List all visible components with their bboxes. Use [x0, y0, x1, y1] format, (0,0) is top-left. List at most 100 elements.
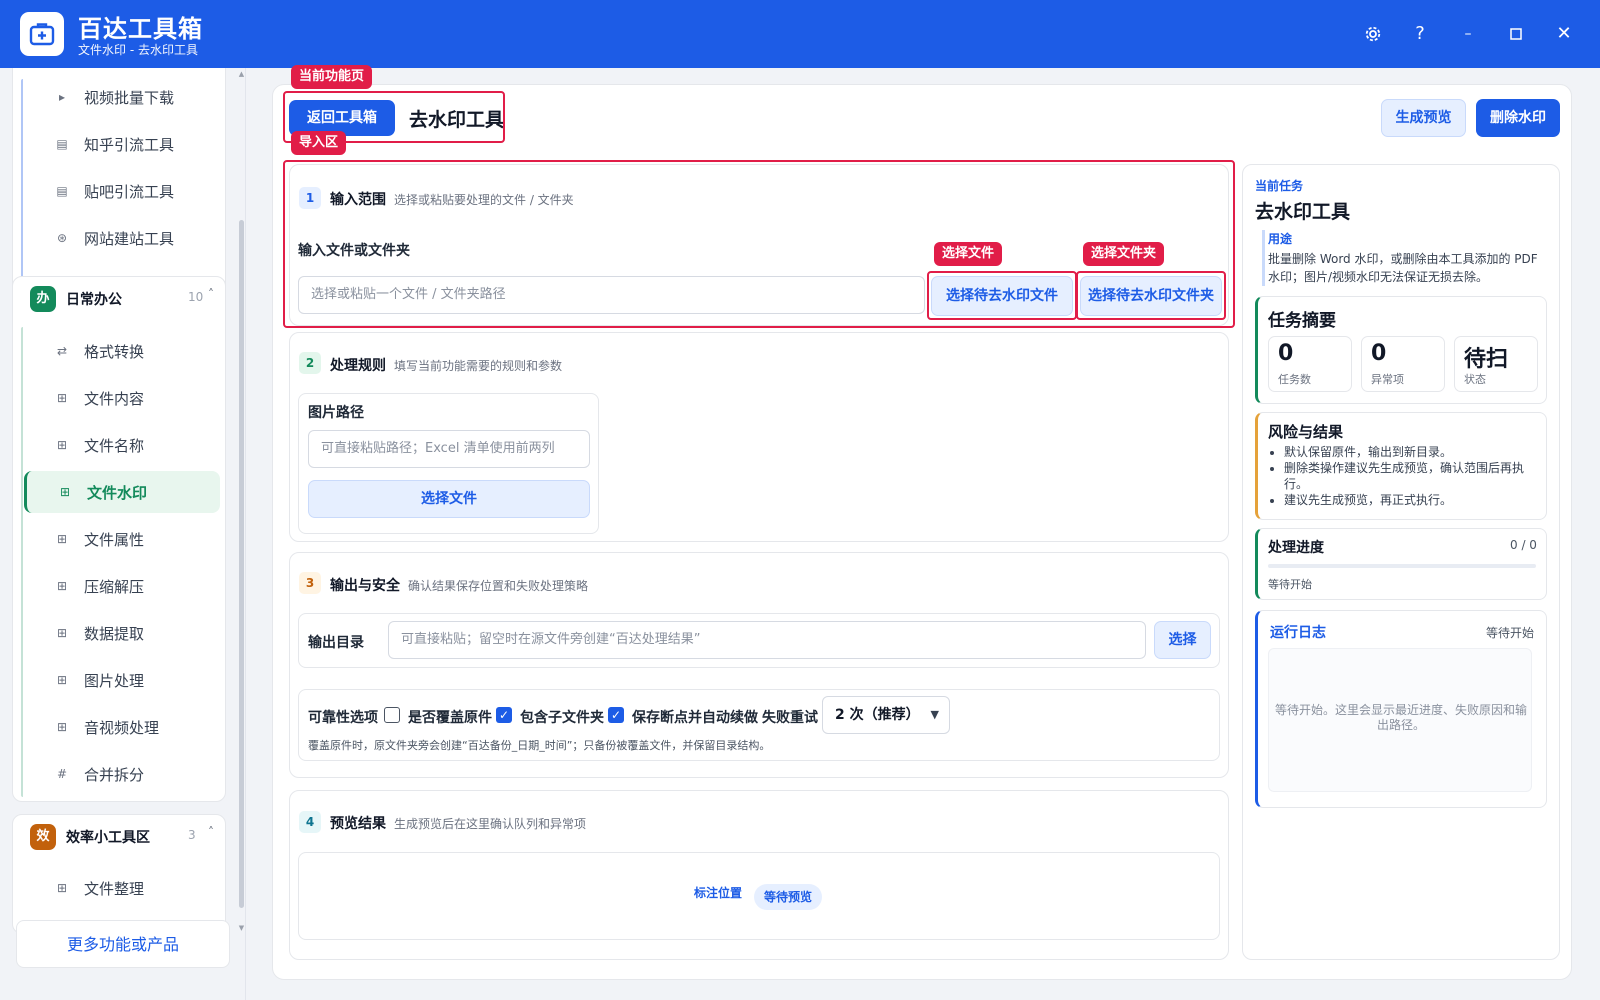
sidebar-item-file-organize[interactable]: ⊞ 文件整理: [24, 867, 220, 909]
annotation-tag-import: 导入区: [291, 131, 347, 155]
task-title: 去水印工具: [1255, 201, 1351, 223]
grid-icon: ⊞: [56, 673, 68, 687]
remove-watermark-button[interactable]: 删除水印: [1476, 99, 1560, 137]
step-number: 3: [299, 572, 321, 594]
sidebar-item-tieba[interactable]: ▤ 贴吧引流工具: [24, 170, 220, 212]
sidebar-item-video-download[interactable]: ▸ 视频批量下载: [24, 76, 220, 118]
grid-icon: ⊞: [56, 438, 68, 452]
step-title: 预览结果: [330, 816, 386, 832]
group-header-office[interactable]: 办 日常办公 10 ˄: [12, 276, 226, 320]
pick-watermark-file-button[interactable]: 选择待去水印文件: [931, 276, 1073, 316]
doc-icon: ▤: [56, 184, 68, 198]
resume-label: 保存断点并自动续做: [632, 710, 758, 726]
log-title: 运行日志: [1270, 625, 1326, 641]
output-dir-pick-button[interactable]: 选择: [1154, 621, 1211, 659]
progress-status: 等待开始: [1268, 578, 1312, 591]
group-badge: 办: [30, 286, 56, 312]
video-icon: ▸: [58, 90, 66, 104]
maximize-icon[interactable]: [1502, 20, 1530, 48]
risk-item: 默认保留原件，输出到新目录。: [1284, 444, 1536, 460]
overwrite-note: 覆盖原件时，原文件夹旁会创建“百达备份_日期_时间”；只备份被覆盖文件，并保留目…: [308, 739, 771, 752]
minimize-icon[interactable]: –: [1454, 20, 1482, 48]
gear-icon[interactable]: [1359, 20, 1387, 48]
grid-icon: ⊞: [56, 626, 68, 640]
output-dir-input[interactable]: 可直接粘贴；留空时在源文件旁创建“百达处理结果”: [388, 621, 1146, 659]
app-title: 百达工具箱: [78, 15, 203, 43]
group-badge: 效: [30, 824, 56, 850]
sidebar-item-av[interactable]: ⊞ 音视频处理: [24, 706, 220, 748]
input-field-label: 输入文件或文件夹: [298, 243, 410, 259]
step-desc: 生成预览后在这里确认队列和异常项: [394, 817, 587, 831]
close-icon[interactable]: ✕: [1550, 20, 1578, 48]
overwrite-checkbox[interactable]: [384, 707, 400, 723]
progress-bar-track: [1268, 564, 1536, 568]
sidebar-item-zhihu[interactable]: ▤ 知乎引流工具: [24, 123, 220, 165]
summary-title: 任务摘要: [1268, 311, 1336, 331]
scroll-down-icon[interactable]: ▼: [237, 924, 245, 932]
sidebar-item-file-props[interactable]: ⊞ 文件属性: [24, 518, 220, 560]
swap-icon: ⇄: [56, 344, 68, 358]
sidebar-item-file-watermark[interactable]: ⊞ 文件水印: [24, 471, 220, 513]
progress-count: 0 / 0: [1510, 538, 1537, 552]
sidebar-item-merge-split[interactable]: # 合并拆分: [24, 753, 220, 795]
stat-task-count: 0 任务数: [1268, 336, 1352, 392]
grid-icon: ⊞: [56, 532, 68, 546]
sidebar-item-website[interactable]: ⊛ 网站建站工具: [24, 217, 220, 259]
grid-icon: ⊞: [56, 391, 68, 405]
step-desc: 选择或粘贴要处理的文件 / 文件夹: [394, 193, 574, 207]
risk-item: 删除类操作建议先生成预览，确认范围后再执行。: [1284, 460, 1536, 492]
risk-item: 建议先生成预览，再正式执行。: [1284, 492, 1536, 508]
grid-icon: ⊞: [56, 579, 68, 593]
more-products-button[interactable]: 更多功能或产品: [16, 920, 230, 968]
step-desc: 填写当前功能需要的规则和参数: [394, 359, 563, 373]
grid-icon: ⊞: [56, 720, 68, 734]
generate-preview-button[interactable]: 生成预览: [1381, 99, 1466, 137]
image-path-label: 图片路径: [308, 405, 364, 421]
globe-icon: ⊛: [56, 231, 68, 245]
annotation-tag-file: 选择文件: [934, 242, 1003, 266]
resume-checkbox[interactable]: ✓: [608, 707, 624, 723]
sidebar-item-compress[interactable]: ⊞ 压缩解压: [24, 565, 220, 607]
chevron-down-icon: ▼: [930, 708, 939, 721]
scroll-thumb[interactable]: [239, 220, 244, 908]
grid-icon: ⊞: [56, 881, 68, 895]
sidebar-scrollbar[interactable]: ▲ ▼: [237, 68, 245, 1000]
log-area[interactable]: 等待开始。这里会显示最近进度、失败原因和输出路径。: [1268, 648, 1532, 792]
step-number: 4: [299, 811, 321, 833]
annotation-tag-folder: 选择文件夹: [1083, 242, 1165, 266]
retry-label: 失败重试: [762, 710, 818, 726]
stat-status: 待扫 状态: [1454, 336, 1538, 392]
image-path-input[interactable]: 可直接粘贴路径；Excel 清单使用前两列: [308, 430, 590, 468]
step-desc: 确认结果保存位置和失败处理策略: [408, 579, 589, 593]
sidebar: ▲ ▼ ▸ 视频批量下载 ▤ 知乎引流工具 ▤ 贴吧引流工具 ⊛ 网站建站工具 …: [0, 68, 246, 1000]
chevron-up-icon[interactable]: ˄: [208, 287, 214, 301]
usage-text: 批量删除 Word 水印，或删除由本工具添加的 PDF 水印；图片/视频水印无法…: [1268, 252, 1538, 284]
doc-icon: ▤: [56, 137, 68, 151]
group-name: 日常办公: [66, 292, 122, 308]
sidebar-item-file-content[interactable]: ⊞ 文件内容: [24, 377, 220, 419]
chevron-up-icon[interactable]: ˄: [208, 825, 214, 839]
scroll-up-icon[interactable]: ▲: [237, 70, 245, 78]
sidebar-item-image[interactable]: ⊞ 图片处理: [24, 659, 220, 701]
select-file-button[interactable]: 选择文件: [308, 480, 590, 518]
pick-watermark-folder-button[interactable]: 选择待去水印文件夹: [1080, 276, 1222, 316]
log-placeholder: 等待开始。这里会显示最近进度、失败原因和输出路径。: [1274, 703, 1527, 732]
step-title: 处理规则: [330, 358, 386, 374]
retry-select[interactable]: 2 次（推荐） ▼: [822, 696, 950, 734]
task-kicker: 当前任务: [1255, 179, 1304, 193]
app-subtitle: 文件水印 - 去水印工具: [78, 43, 198, 57]
input-path-field[interactable]: 选择或粘贴一个文件 / 文件夹路径: [298, 276, 925, 314]
help-icon[interactable]: ?: [1406, 20, 1434, 48]
group-header-efficiency[interactable]: 效 效率小工具区 3 ˄: [12, 814, 226, 858]
group-count: 3: [188, 828, 196, 842]
sidebar-item-data-extract[interactable]: ⊞ 数据提取: [24, 612, 220, 654]
subfolder-checkbox[interactable]: ✓: [496, 707, 512, 723]
step-number: 2: [299, 352, 321, 374]
sidebar-item-file-name[interactable]: ⊞ 文件名称: [24, 424, 220, 466]
app-logo-icon: [20, 12, 64, 56]
usage-accent: [1262, 230, 1265, 286]
progress-title: 处理进度: [1268, 540, 1324, 556]
risk-title: 风险与结果: [1268, 423, 1344, 441]
mark-position-label[interactable]: 标注位置: [694, 884, 742, 901]
sidebar-item-format-convert[interactable]: ⇄ 格式转换: [24, 330, 220, 372]
